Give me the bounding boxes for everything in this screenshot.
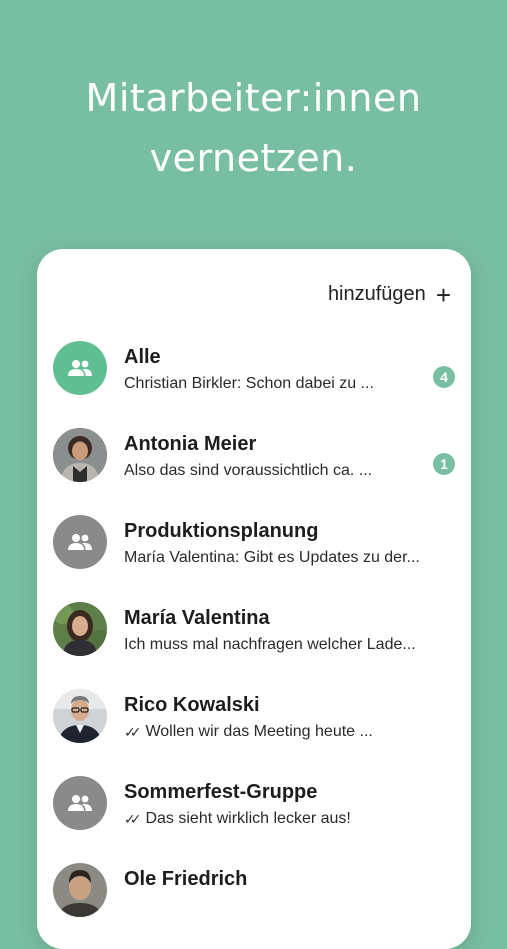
chat-name: Antonia Meier <box>124 433 257 455</box>
headline-line-1: Mitarbeiter:innen <box>85 76 422 120</box>
unread-badge: 4 <box>433 366 455 388</box>
chat-list-card: hinzufügen + Alle Christian Birkler: Sch… <box>37 249 471 949</box>
headline: Mitarbeiter:innen vernetzen. <box>0 68 507 188</box>
person-photo-icon <box>53 689 107 743</box>
add-chat-button[interactable]: hinzufügen + <box>327 279 451 310</box>
chat-item-sommerfest-gruppe[interactable]: Sommerfest-Gruppe ✓✓ Das sieht wirklich … <box>37 766 471 853</box>
double-check-icon: ✓✓ <box>124 811 142 827</box>
chat-preview: María Valentina: Gibt es Updates zu der.… <box>124 549 420 566</box>
person-photo-icon <box>53 863 107 917</box>
person-photo-icon <box>53 602 107 656</box>
chat-list: Alle Christian Birkler: Schon dabei zu .… <box>37 331 471 940</box>
chat-preview-text: Wollen wir das Meeting heute ... <box>145 723 373 740</box>
group-icon <box>68 360 92 376</box>
chat-preview: Also das sind voraussichtlich ca. ... <box>124 462 373 479</box>
avatar <box>53 863 107 917</box>
add-chat-label: hinzufügen <box>327 283 426 305</box>
chat-name: Alle <box>124 346 161 368</box>
avatar <box>53 428 107 482</box>
chat-item-antonia-meier[interactable]: Antonia Meier Also das sind voraussichtl… <box>37 418 471 505</box>
chat-name: María Valentina <box>124 607 270 629</box>
avatar <box>53 602 107 656</box>
headline-line-2: vernetzen. <box>149 136 358 180</box>
chat-item-alle[interactable]: Alle Christian Birkler: Schon dabei zu .… <box>37 331 471 418</box>
chat-preview: ✓✓ Wollen wir das Meeting heute ... <box>124 721 451 743</box>
group-icon <box>68 534 92 550</box>
group-icon <box>68 795 92 811</box>
chat-preview: Christian Birkler: Schon dabei zu ... <box>124 375 374 392</box>
unread-badge: 1 <box>433 453 455 475</box>
chat-name: Rico Kowalski <box>124 694 260 716</box>
chat-item-rico-kowalski[interactable]: Rico Kowalski ✓✓ Wollen wir das Meeting … <box>37 679 471 766</box>
chat-item-ole-friedrich[interactable]: Ole Friedrich <box>37 853 471 940</box>
double-check-icon: ✓✓ <box>124 724 142 740</box>
chat-item-produktionsplanung[interactable]: Produktionsplanung María Valentina: Gibt… <box>37 505 471 592</box>
chat-preview-text: Das sieht wirklich lecker aus! <box>145 810 351 827</box>
chat-name: Sommerfest-Gruppe <box>124 781 318 803</box>
chat-preview: Ich muss mal nachfragen welcher Lade... <box>124 636 416 653</box>
group-avatar <box>53 776 107 830</box>
group-avatar <box>53 515 107 569</box>
plus-icon: + <box>435 279 451 310</box>
chat-item-maria-valentina[interactable]: María Valentina Ich muss mal nachfragen … <box>37 592 471 679</box>
chat-name: Ole Friedrich <box>124 868 248 890</box>
avatar <box>53 689 107 743</box>
chat-name: Produktionsplanung <box>124 520 319 542</box>
chat-preview: ✓✓ Das sieht wirklich lecker aus! <box>124 808 451 830</box>
person-photo-icon <box>53 428 107 482</box>
group-avatar <box>53 341 107 395</box>
